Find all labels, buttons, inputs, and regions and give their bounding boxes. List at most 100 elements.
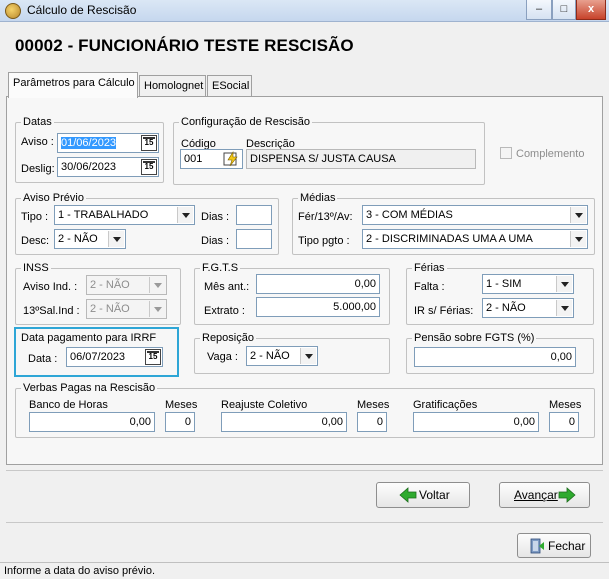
voltar-label: Voltar bbox=[419, 488, 450, 502]
calendar-icon[interactable]: 15 bbox=[141, 135, 157, 151]
divider bbox=[6, 522, 603, 523]
arrow-left-icon bbox=[399, 487, 417, 503]
tipo-aviso-select[interactable]: 1 - TRABALHADO bbox=[54, 205, 195, 225]
chevron-down-icon bbox=[556, 276, 572, 292]
medias-legend: Médias bbox=[298, 192, 338, 205]
tipo-pgto-label: Tipo pgto : bbox=[298, 235, 350, 247]
window-title: Cálculo de Rescisão bbox=[27, 3, 137, 17]
chevron-down-icon bbox=[570, 231, 586, 247]
descricao-field: DISPENSA S/ JUSTA CAUSA bbox=[246, 149, 476, 169]
lightning-search-icon[interactable] bbox=[223, 150, 241, 167]
fgts-legend: F.G.T.S bbox=[200, 262, 241, 275]
tipo-pgto-value: 2 - DISCRIMINADAS UMA A UMA bbox=[366, 233, 533, 245]
vaga-label: Vaga : bbox=[207, 351, 238, 363]
calendar-icon[interactable]: 15 bbox=[145, 349, 161, 365]
aviso-date-value: 01/06/2023 bbox=[61, 137, 117, 149]
chevron-down-icon bbox=[556, 300, 572, 316]
deslig-label: Deslig: bbox=[21, 163, 55, 175]
inss-13sal-value: 2 - NÃO bbox=[90, 303, 130, 315]
vaga-select[interactable]: 2 - NÃO bbox=[246, 346, 318, 366]
ir-ferias-label: IR s/ Férias: bbox=[414, 305, 474, 317]
avancar-button[interactable]: Avançar bbox=[499, 482, 590, 508]
banco-horas-meses-label: Meses bbox=[165, 399, 198, 411]
aviso-label: Aviso : bbox=[21, 136, 54, 148]
arrow-right-icon bbox=[558, 487, 576, 503]
tab-homolognet[interactable]: Homolognet bbox=[139, 75, 206, 97]
dias-input-2[interactable] bbox=[236, 229, 272, 249]
dias-input-1[interactable] bbox=[236, 205, 272, 225]
inss-aviso-select[interactable]: 2 - NÃO bbox=[86, 275, 167, 295]
banco-horas-label: Banco de Horas bbox=[29, 399, 108, 411]
employee-title: 00002 - FUNCIONÁRIO TESTE RESCISÃO bbox=[15, 36, 354, 55]
minimize-button[interactable]: – bbox=[526, 0, 552, 20]
reajuste-label: Reajuste Coletivo bbox=[221, 399, 308, 411]
chevron-down-icon bbox=[570, 207, 586, 223]
fechar-button[interactable]: Fechar bbox=[517, 533, 591, 558]
falta-label: Falta : bbox=[414, 281, 445, 293]
divider bbox=[6, 470, 603, 471]
banco-horas-meses-input[interactable]: 0 bbox=[165, 412, 195, 432]
ir-ferias-value: 2 - NÃO bbox=[486, 302, 526, 314]
calendar-icon[interactable]: 15 bbox=[141, 159, 157, 175]
inss-aviso-label: Aviso Ind. : bbox=[23, 281, 78, 293]
chevron-down-icon bbox=[149, 301, 165, 317]
banco-horas-input[interactable]: 0,00 bbox=[29, 412, 155, 432]
reajuste-input[interactable]: 0,00 bbox=[221, 412, 347, 432]
gratificacoes-meses-label: Meses bbox=[549, 399, 582, 411]
mes-ant-label: Mês ant.: bbox=[204, 281, 250, 293]
dias-label: Dias : bbox=[201, 211, 230, 223]
desc-label: Desc: bbox=[21, 235, 50, 247]
vaga-value: 2 - NÃO bbox=[250, 350, 290, 362]
reposicao-legend: Reposição bbox=[200, 332, 256, 345]
pensao-input[interactable]: 0,00 bbox=[414, 347, 576, 367]
chevron-down-icon bbox=[149, 277, 165, 293]
desc-value: 2 - NÃO bbox=[58, 233, 98, 245]
tab-esocial[interactable]: ESocial bbox=[207, 75, 252, 97]
complemento-checkbox[interactable] bbox=[500, 147, 512, 159]
gratificacoes-input[interactable]: 0,00 bbox=[413, 412, 539, 432]
chevron-down-icon bbox=[108, 231, 124, 247]
ir-ferias-select[interactable]: 2 - NÃO bbox=[482, 298, 574, 318]
config-legend: Configuração de Rescisão bbox=[179, 116, 313, 129]
gratificacoes-meses-input[interactable]: 0 bbox=[549, 412, 579, 432]
fer-select[interactable]: 3 - COM MÉDIAS bbox=[362, 205, 588, 225]
datas-legend: Datas bbox=[21, 116, 54, 129]
verbas-legend: Verbas Pagas na Rescisão bbox=[21, 382, 158, 395]
dias-label: Dias : bbox=[201, 235, 230, 247]
reajuste-meses-label: Meses bbox=[357, 399, 390, 411]
inss-13sal-select[interactable]: 2 - NÃO bbox=[86, 299, 167, 319]
tipo-aviso-value: 1 - TRABALHADO bbox=[58, 209, 149, 221]
title-bar: Cálculo de Rescisão – □ x bbox=[0, 0, 609, 22]
falta-select[interactable]: 1 - SIM bbox=[482, 274, 574, 294]
desc-select[interactable]: 2 - NÃO bbox=[54, 229, 126, 249]
app-icon bbox=[5, 3, 21, 19]
inss-legend: INSS bbox=[21, 262, 51, 275]
close-button[interactable]: x bbox=[576, 0, 606, 20]
inss-13sal-label: 13ºSal.Ind : bbox=[23, 305, 80, 317]
fer-value: 3 - COM MÉDIAS bbox=[366, 209, 453, 221]
aviso-previo-legend: Aviso Prévio bbox=[21, 192, 86, 205]
fer-label: Fér/13º/Av: bbox=[298, 211, 353, 223]
pensao-legend: Pensão sobre FGTS (%) bbox=[412, 332, 537, 345]
tipo-label: Tipo : bbox=[21, 211, 49, 223]
tab-parametros[interactable]: Parâmetros para Cálculo bbox=[8, 72, 138, 98]
complemento-label: Complemento bbox=[516, 148, 585, 160]
mes-ant-input[interactable]: 0,00 bbox=[256, 274, 380, 294]
door-exit-icon bbox=[528, 538, 546, 554]
chevron-down-icon bbox=[177, 207, 193, 223]
irrf-data-label: Data : bbox=[28, 353, 58, 365]
gratificacoes-label: Gratificações bbox=[413, 399, 478, 411]
fechar-label: Fechar bbox=[548, 539, 586, 553]
extrato-input[interactable]: 5.000,00 bbox=[256, 297, 380, 317]
extrato-label: Extrato : bbox=[204, 305, 245, 317]
maximize-button[interactable]: □ bbox=[552, 0, 576, 20]
inss-aviso-value: 2 - NÃO bbox=[90, 279, 130, 291]
status-bar: Informe a data do aviso prévio. bbox=[0, 562, 609, 579]
tipo-pgto-select[interactable]: 2 - DISCRIMINADAS UMA A UMA bbox=[362, 229, 588, 249]
irrf-legend: Data pagamento para IRRF bbox=[21, 332, 157, 344]
avancar-label: Avançar bbox=[514, 488, 558, 502]
falta-value: 1 - SIM bbox=[486, 278, 522, 290]
voltar-button[interactable]: Voltar bbox=[376, 482, 470, 508]
reajuste-meses-input[interactable]: 0 bbox=[357, 412, 387, 432]
ferias-legend: Férias bbox=[412, 262, 447, 275]
